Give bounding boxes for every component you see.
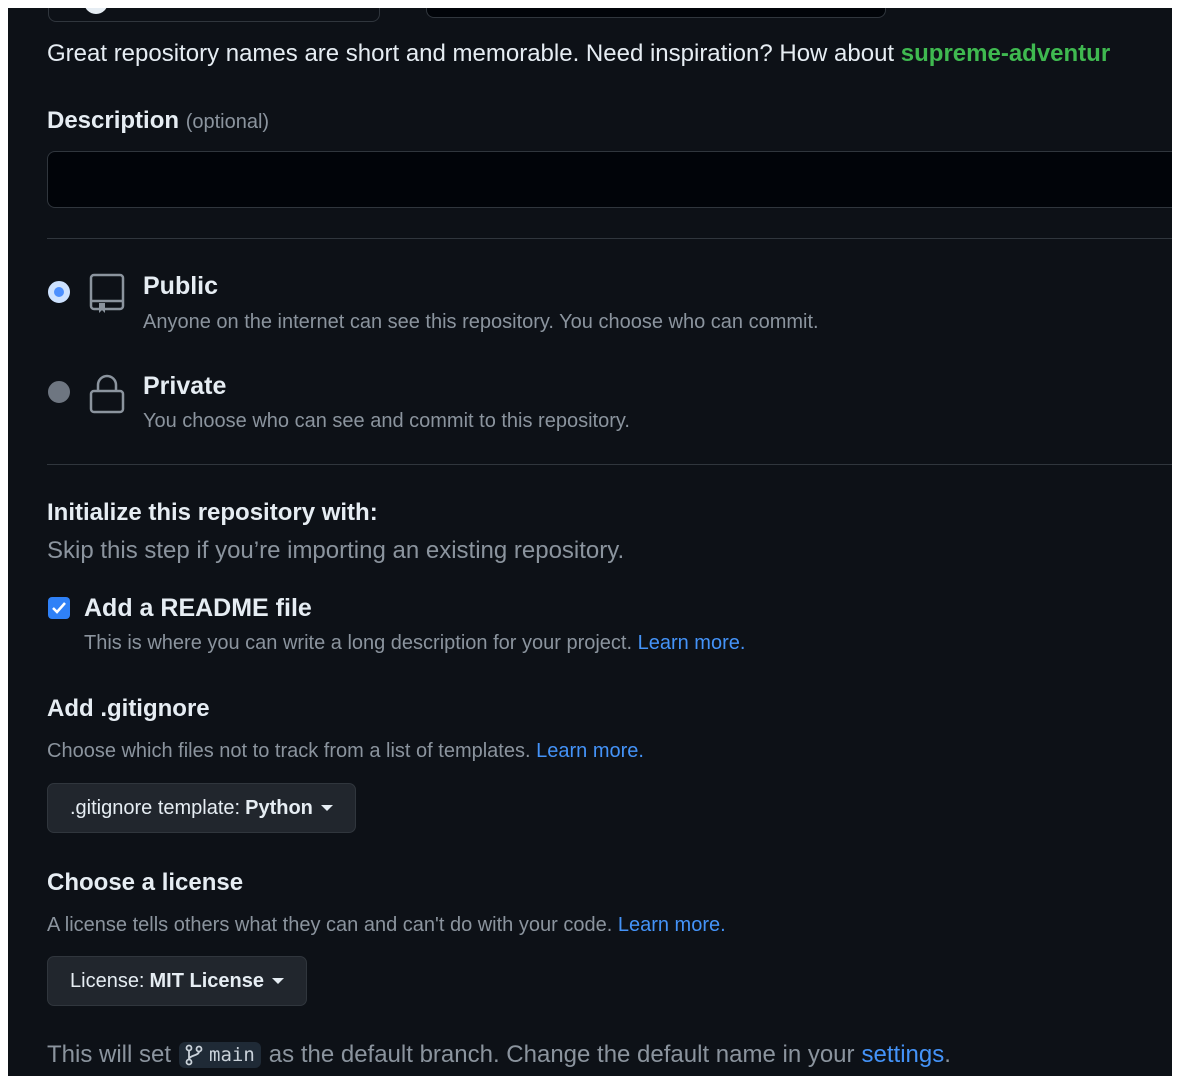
private-description: You choose who can see and commit to thi… [143, 410, 630, 432]
private-radio[interactable] [48, 381, 70, 403]
branch-badge: main [179, 1042, 261, 1068]
license-button-value: MIT License [149, 969, 264, 992]
optional-tag: (optional) [185, 111, 270, 133]
repository-name-input[interactable] [426, 8, 886, 18]
readme-description-text: This is where you can write a long descr… [84, 632, 633, 654]
public-description: Anyone on the internet can see this repo… [143, 311, 819, 333]
footer-suffix: . [944, 1041, 951, 1068]
license-button-prefix: License: [70, 969, 145, 992]
initialize-subtitle: Skip this step if you’re importing an ex… [47, 537, 625, 564]
license-description-text: A license tells others what they can and… [47, 914, 613, 936]
readme-learn-more-link[interactable]: Learn more. [638, 632, 746, 654]
hint-text: Great repository names are short and mem… [47, 40, 901, 67]
gitignore-template-dropdown[interactable]: .gitignore template: Python [47, 783, 356, 833]
divider [47, 238, 1172, 239]
readme-description: This is where you can write a long descr… [84, 632, 745, 655]
initialize-title: Initialize this repository with: [47, 499, 378, 526]
branch-name: main [209, 1044, 255, 1066]
public-title: Public [143, 272, 219, 300]
divider [47, 464, 1172, 465]
lock-icon [88, 372, 126, 416]
check-icon [52, 602, 66, 614]
create-repository-form: Great repository names are short and mem… [8, 8, 1172, 1076]
gitignore-button-prefix: .gitignore template: [70, 796, 241, 819]
license-description: A license tells others what they can and… [47, 914, 726, 937]
description-label-text: Description [47, 107, 180, 134]
gitignore-learn-more-link[interactable]: Learn more. [536, 740, 644, 762]
git-branch-icon [185, 1044, 203, 1066]
name-suggestion-link[interactable]: supreme-adventur [901, 40, 1110, 67]
gitignore-description: Choose which files not to track from a l… [47, 740, 644, 763]
caret-down-icon [320, 805, 333, 811]
repository-name-hint: Great repository names are short and mem… [47, 40, 1110, 68]
readme-checkbox[interactable] [48, 597, 70, 619]
readme-label[interactable]: Add a README file [84, 594, 312, 623]
description-label: Description (optional) [47, 107, 269, 135]
private-title: Private [143, 372, 227, 400]
license-dropdown[interactable]: License: MIT License [47, 956, 307, 1006]
gitignore-description-text: Choose which files not to track from a l… [47, 740, 531, 762]
license-learn-more-link[interactable]: Learn more. [618, 914, 726, 936]
footer-prefix: This will set [47, 1041, 172, 1068]
gitignore-button-value: Python [245, 796, 313, 819]
repo-icon [88, 273, 126, 317]
license-title: Choose a license [47, 869, 244, 896]
default-branch-note: This will set main as the default branch… [47, 1041, 951, 1069]
footer-middle: as the default branch. Change the defaul… [268, 1041, 855, 1068]
caret-down-icon [271, 978, 284, 984]
settings-link[interactable]: settings [862, 1041, 945, 1069]
public-radio[interactable] [48, 281, 70, 303]
gitignore-title: Add .gitignore [47, 695, 210, 722]
description-input[interactable] [47, 151, 1172, 208]
